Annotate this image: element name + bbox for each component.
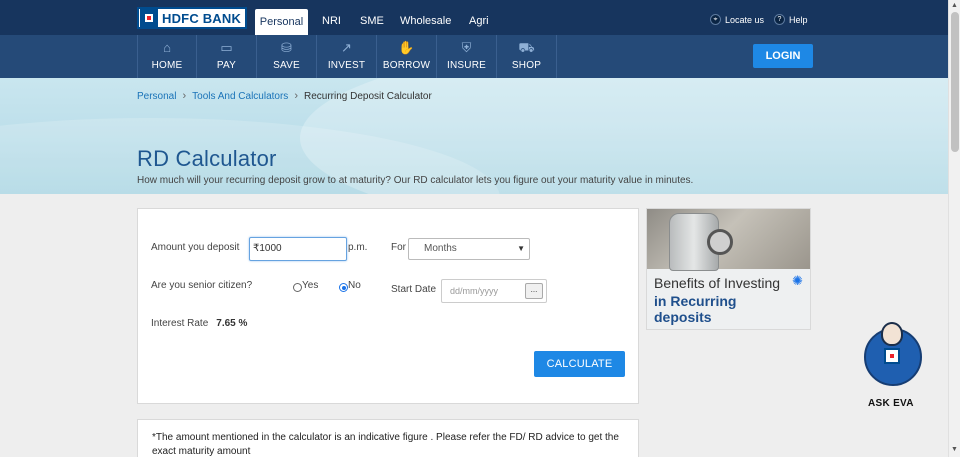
nav-save[interactable]: ⛁ SAVE: [257, 35, 317, 78]
rd-benefits-promo[interactable]: Benefits of Investing ✺ in Recurring dep…: [646, 208, 811, 330]
disclaimer-note: *The amount mentioned in the calculator …: [137, 419, 639, 457]
breadcrumb: Personal › Tools And Calculators › Recur…: [137, 90, 432, 102]
breadcrumb-current: Recurring Deposit Calculator: [303, 90, 432, 102]
nav-pay[interactable]: ▭ PAY: [197, 35, 257, 78]
interest-rate-label: Interest Rate: [151, 318, 209, 329]
card-icon: ▭: [220, 40, 233, 55]
senior-no-label: No: [348, 280, 361, 291]
ask-eva-chatbot[interactable]: [862, 322, 924, 392]
page-subtitle: How much will your recurring deposit gro…: [137, 175, 694, 186]
nav-home[interactable]: ⌂ HOME: [137, 35, 197, 78]
eva-face: [881, 322, 903, 346]
chevron-right-icon: ›: [294, 90, 298, 102]
interest-rate-value: 7.65 %: [216, 318, 248, 329]
question-icon: ?: [774, 14, 785, 25]
senior-yes-label: Yes: [302, 280, 319, 291]
hero-banner: Personal › Tools And Calculators › Recur…: [0, 78, 948, 194]
calculator-card: Amount you deposit ₹1000 p.m. For Months…: [137, 208, 639, 404]
map-pin-icon: ⌖: [710, 14, 721, 25]
nav-home-label: HOME: [151, 60, 183, 71]
help-link[interactable]: ? Help: [774, 14, 808, 25]
nav-insure[interactable]: ⛨ INSURE: [437, 35, 497, 78]
nav-pay-label: PAY: [216, 60, 237, 71]
start-date-label: Start Date: [391, 284, 437, 295]
breadcrumb-tools[interactable]: Tools And Calculators: [192, 91, 288, 102]
nav-shop[interactable]: ⛟ SHOP: [497, 35, 557, 78]
nav-invest[interactable]: ↗ INVEST: [317, 35, 377, 78]
promo-subtitle: in Recurring deposits: [654, 293, 737, 325]
chevron-right-icon: ›: [182, 90, 187, 102]
senior-label: Are you senior citizen?: [151, 280, 253, 291]
start-date-input[interactable]: dd/mm/yyyy ...: [441, 279, 547, 303]
chevron-down-icon: ▼: [517, 244, 525, 253]
date-picker-button[interactable]: ...: [525, 283, 543, 299]
nav-save-label: SAVE: [273, 60, 300, 71]
calculate-button[interactable]: CALCULATE: [534, 351, 625, 377]
nav-borrow[interactable]: ✋ BORROW: [377, 35, 437, 78]
tab-wholesale[interactable]: Wholesale: [400, 0, 451, 35]
home-icon: ⌂: [163, 40, 171, 55]
amount-suffix: p.m.: [348, 242, 368, 253]
tab-sme[interactable]: SME: [360, 0, 384, 35]
tab-agri[interactable]: Agri: [469, 0, 489, 35]
nav-shop-label: SHOP: [511, 60, 542, 71]
piggy-bank-icon: ⛁: [281, 40, 292, 55]
page-title: RD Calculator: [137, 146, 277, 171]
interest-rate-row: Interest Rate 7.65 %: [151, 318, 247, 329]
cart-icon: ⛟: [518, 40, 535, 55]
tab-personal[interactable]: Personal: [255, 9, 308, 35]
nav-invest-label: INVEST: [327, 60, 366, 71]
tenure-select[interactable]: Months ▼: [408, 238, 530, 260]
senior-no-radio[interactable]: [339, 283, 348, 292]
amount-label: Amount you deposit: [151, 242, 240, 253]
breadcrumb-personal[interactable]: Personal: [137, 91, 176, 102]
logo-text: HDFC BANK: [162, 10, 242, 26]
hdfc-logo-mark: [140, 9, 158, 27]
login-button[interactable]: LOGIN: [753, 44, 813, 68]
top-bar: HDFC BANK Personal NRI SME Wholesale Agr…: [0, 0, 948, 35]
scroll-down-icon[interactable]: ▼: [951, 446, 958, 453]
promo-jar-image: [647, 209, 810, 271]
help-label: Help: [789, 14, 808, 25]
amount-input[interactable]: ₹1000: [249, 237, 347, 261]
promo-title: Benefits of Investing: [654, 275, 781, 291]
scroll-up-icon[interactable]: ▲: [951, 2, 958, 9]
lightbulb-icon: ✺: [792, 273, 803, 288]
chart-icon: ↗: [341, 40, 352, 55]
start-date-placeholder: dd/mm/yyyy: [450, 286, 499, 296]
vertical-scrollbar[interactable]: ▲ ▼: [948, 0, 960, 457]
eva-logo-badge: [884, 348, 900, 364]
scrollbar-thumb[interactable]: [951, 12, 959, 152]
nav-insure-label: INSURE: [447, 60, 486, 71]
ask-eva-label[interactable]: ASK EVA: [868, 398, 914, 409]
hdfc-logo[interactable]: HDFC BANK: [137, 7, 247, 29]
hand-money-icon: ✋: [398, 40, 415, 55]
for-label: For: [391, 242, 406, 253]
tab-nri[interactable]: NRI: [322, 0, 341, 35]
coin-illustration: [707, 229, 733, 255]
senior-yes-radio[interactable]: [293, 283, 302, 292]
shield-hand-icon: ⛨: [461, 40, 472, 55]
locate-us-label: Locate us: [725, 14, 765, 25]
tenure-select-value: Months: [424, 243, 457, 254]
nav-borrow-label: BORROW: [382, 60, 431, 71]
locate-us-link[interactable]: ⌖ Locate us: [710, 14, 764, 25]
